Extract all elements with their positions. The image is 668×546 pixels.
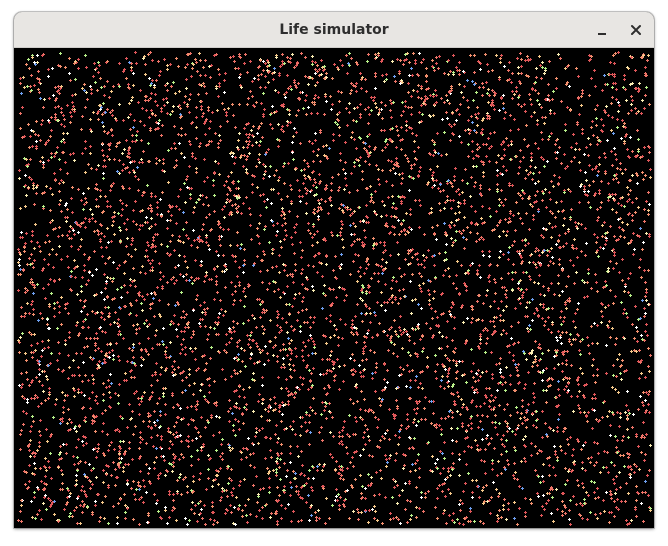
app-window: Life simulator xyxy=(14,12,654,528)
simulation-canvas[interactable] xyxy=(14,48,654,528)
minimize-icon xyxy=(598,33,606,35)
close-button[interactable] xyxy=(624,18,648,42)
particle-field xyxy=(14,48,654,528)
title-bar[interactable]: Life simulator xyxy=(14,12,654,48)
minimize-button[interactable] xyxy=(590,18,614,42)
window-title: Life simulator xyxy=(279,22,389,38)
close-icon xyxy=(631,25,641,35)
